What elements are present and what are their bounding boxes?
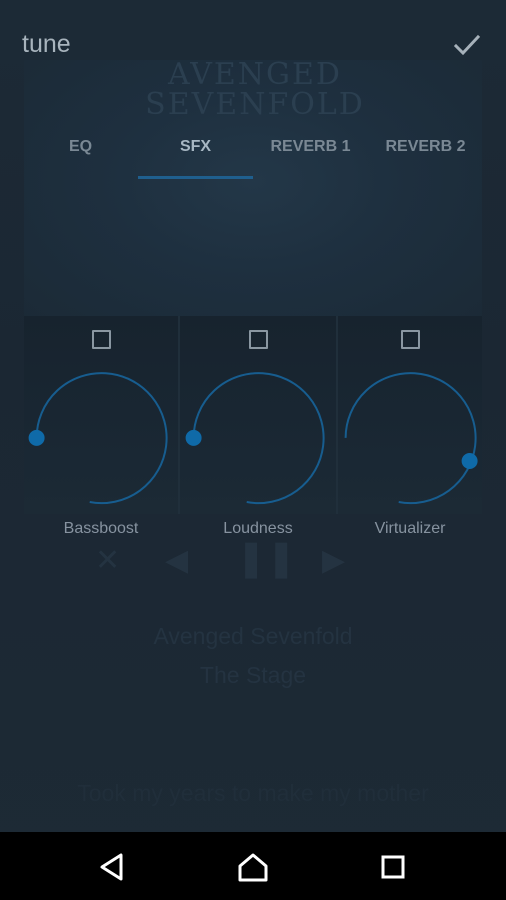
- recents-square-icon[interactable]: [376, 850, 410, 884]
- tab-reverb-2[interactable]: REVERB 2: [368, 118, 483, 180]
- loudness-panel: [180, 316, 336, 514]
- home-icon[interactable]: [236, 850, 270, 884]
- virtualizer-knob-handle[interactable]: [461, 453, 478, 469]
- tune-dialog-screen: AVENGED SEVENFOLD ✕ ◀ ❚❚ ▶ Avenged Seven…: [0, 0, 506, 900]
- lyrics-background: Took my years to make my mother: [77, 780, 429, 806]
- virtualizer-panel: [338, 316, 482, 514]
- bassboost-knob[interactable]: [28, 366, 174, 512]
- tab-sfx[interactable]: SFX: [138, 118, 253, 180]
- virtualizer-label: Virtualizer: [374, 520, 446, 537]
- bassboost-knob-handle[interactable]: [28, 429, 45, 446]
- dialog-title: tune: [22, 30, 71, 58]
- artist-name-background: Avenged Sevenfold: [153, 623, 353, 649]
- loudness-checkbox[interactable]: [249, 330, 268, 349]
- bassboost-checkbox[interactable]: [92, 330, 111, 349]
- bassboost-label: Bassboost: [63, 520, 139, 537]
- virtualizer-knob[interactable]: [337, 366, 483, 512]
- track-name-background: The Stage: [199, 662, 307, 688]
- tab-reverb-1[interactable]: REVERB 1: [253, 118, 368, 180]
- bassboost-panel: [24, 316, 178, 514]
- sfx-panels: Bassboost Loudness Virtualizer: [24, 316, 482, 546]
- loudness-knob[interactable]: [185, 366, 331, 512]
- check-icon: [453, 34, 481, 56]
- band-logo-line2: SEVENFOLD: [145, 87, 365, 122]
- virtualizer-checkbox[interactable]: [401, 330, 420, 349]
- loudness-knob-handle[interactable]: [185, 429, 202, 446]
- back-triangle-icon[interactable]: [96, 850, 130, 884]
- next-icon: ▶: [322, 544, 346, 577]
- previous-icon: ◀: [165, 544, 189, 577]
- dialog-header: tune: [0, 0, 506, 92]
- tab-active-indicator: [138, 176, 253, 179]
- system-nav-bar: [0, 832, 506, 900]
- done-button[interactable]: [448, 28, 486, 62]
- loudness-label: Loudness: [223, 520, 293, 537]
- shuffle-icon: ✕: [95, 544, 121, 577]
- tab-bar: EQ SFX REVERB 1 REVERB 2: [22, 118, 482, 180]
- tab-eq[interactable]: EQ: [23, 118, 138, 180]
